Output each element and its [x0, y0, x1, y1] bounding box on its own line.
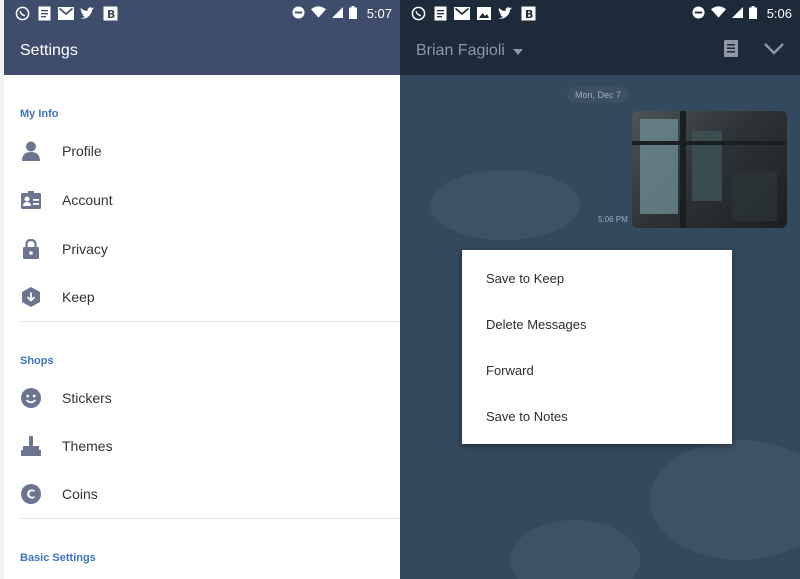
menu-item-delete-messages[interactable]: Delete Messages — [486, 317, 586, 332]
status-bar: B 5:06 — [400, 0, 800, 27]
signal-icon — [731, 6, 743, 21]
section-header-shops: Shops — [20, 355, 54, 367]
settings-item-label: Account — [62, 192, 113, 208]
settings-item-label: Keep — [62, 289, 95, 305]
notification-icons: B — [410, 6, 536, 22]
wifi-icon — [710, 6, 726, 21]
notification-icons: B — [14, 6, 118, 22]
person-icon — [20, 140, 42, 162]
photo-detail — [732, 171, 777, 221]
image-icon — [476, 6, 492, 22]
background-cloud — [430, 170, 580, 240]
chat-screen: B 5:06 Brian Fagioli Mon, Dec 7 5:06 PM … — [400, 0, 800, 579]
background-cloud — [510, 520, 640, 579]
paint-brush-icon — [20, 435, 42, 457]
dropdown-caret-icon[interactable] — [512, 49, 523, 55]
settings-item-privacy[interactable]: Privacy — [20, 229, 400, 269]
smiley-icon — [20, 387, 42, 409]
status-bar: B 5:07 — [4, 0, 400, 27]
settings-item-keep[interactable]: Keep — [20, 277, 400, 317]
settings-item-themes[interactable]: Themes — [20, 426, 400, 466]
twitter-icon — [498, 6, 514, 22]
docs-icon — [36, 6, 52, 22]
photo-message[interactable] — [632, 111, 787, 228]
status-time: 5:07 — [366, 6, 392, 21]
settings-screen: B 5:07 Settings My Info Profile Account … — [0, 0, 400, 579]
menu-item-forward[interactable]: Forward — [486, 363, 534, 378]
settings-item-coins[interactable]: C Coins — [20, 474, 400, 514]
system-status: 5:06 — [692, 5, 792, 22]
keep-download-icon — [20, 286, 42, 308]
battery-icon — [348, 5, 357, 22]
section-divider — [20, 321, 400, 322]
chevron-down-icon[interactable] — [764, 42, 784, 60]
whatsapp-icon — [14, 6, 30, 22]
coin-icon: C — [20, 483, 42, 505]
settings-item-stickers[interactable]: Stickers — [20, 378, 400, 418]
whatsapp-icon — [410, 6, 426, 22]
do-not-disturb-icon — [292, 5, 305, 22]
settings-item-label: Coins — [62, 486, 98, 502]
b-app-icon: B — [102, 6, 118, 22]
notes-icon[interactable] — [724, 40, 738, 62]
menu-item-save-to-notes[interactable]: Save to Notes — [486, 409, 568, 424]
settings-app-bar: Settings — [4, 27, 400, 75]
gmail-icon — [58, 6, 74, 22]
photo-detail — [680, 111, 686, 228]
svg-text:C: C — [27, 488, 36, 502]
photo-detail — [640, 119, 678, 214]
svg-text:B: B — [107, 8, 115, 21]
settings-item-profile[interactable]: Profile — [20, 131, 400, 171]
chat-actions — [724, 40, 784, 62]
message-context-menu: Save to Keep Delete Messages Forward Sav… — [462, 250, 732, 444]
twitter-icon — [80, 6, 96, 22]
system-status: 5:07 — [292, 5, 392, 22]
b-app-icon: B — [520, 6, 536, 22]
svg-text:B: B — [525, 8, 533, 21]
section-header-basic-settings: Basic Settings — [20, 552, 96, 564]
do-not-disturb-icon — [692, 5, 705, 22]
section-divider — [20, 518, 400, 519]
photo-detail — [632, 141, 787, 145]
message-timestamp: 5:06 PM — [598, 215, 628, 224]
gmail-icon — [454, 6, 470, 22]
chat-app-bar: Brian Fagioli — [400, 27, 800, 75]
signal-icon — [331, 6, 343, 21]
battery-icon — [748, 5, 757, 22]
settings-item-label: Themes — [62, 438, 113, 454]
status-time: 5:06 — [766, 6, 792, 21]
wifi-icon — [310, 6, 326, 21]
menu-item-save-to-keep[interactable]: Save to Keep — [486, 271, 564, 286]
section-header-my-info: My Info — [20, 108, 59, 120]
id-card-icon — [20, 189, 42, 211]
settings-item-label: Profile — [62, 143, 102, 159]
settings-item-account[interactable]: Account — [20, 180, 400, 220]
settings-item-label: Privacy — [62, 241, 108, 257]
date-separator: Mon, Dec 7 — [567, 87, 629, 103]
settings-item-label: Stickers — [62, 390, 112, 406]
docs-icon — [432, 6, 448, 22]
contact-name[interactable]: Brian Fagioli — [416, 42, 505, 60]
page-title: Settings — [20, 42, 78, 59]
lock-icon — [20, 238, 42, 260]
background-cloud — [650, 440, 800, 560]
